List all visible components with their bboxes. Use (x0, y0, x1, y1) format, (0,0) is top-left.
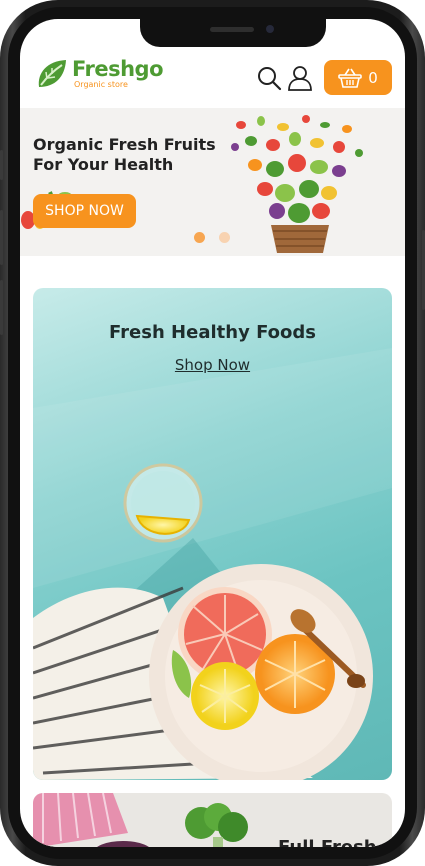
search-icon[interactable] (256, 65, 282, 91)
vegetable-basket-illustration (231, 115, 363, 253)
volume-down-button (0, 280, 3, 335)
cart-button[interactable]: 0 (324, 60, 392, 95)
mute-switch (0, 150, 3, 180)
brand-name: Freshgo (72, 57, 164, 81)
slider-dots (194, 232, 230, 243)
hero-title-line1: Organic Fresh Fruits (33, 135, 216, 154)
phone-frame: Freshgo Organic store 0 Organic Fresh Fr… (0, 0, 425, 866)
shop-now-button[interactable]: SHOP NOW (33, 194, 136, 228)
promo-card[interactable]: Fresh Healthy Foods Shop Now (33, 288, 392, 780)
front-camera (266, 25, 274, 33)
basket-icon (338, 68, 363, 88)
app-screen: Freshgo Organic store 0 Organic Fresh Fr… (20, 19, 405, 847)
next-card-title: Full Fresh (278, 837, 377, 847)
hero-title: Organic Fresh Fruits For Your Health (33, 135, 233, 175)
brand-tagline: Organic store (74, 80, 128, 89)
logo[interactable]: Freshgo Organic store (35, 57, 164, 91)
app-header: Freshgo Organic store 0 (20, 49, 405, 109)
hero-banner: Organic Fresh Fruits For Your Health SHO… (20, 108, 405, 256)
slider-dot-2[interactable] (219, 232, 230, 243)
cart-count: 0 (368, 68, 378, 87)
hero-title-line2: For Your Health (33, 155, 174, 174)
user-icon[interactable] (287, 65, 313, 91)
slider-dot-1[interactable] (194, 232, 205, 243)
next-promo-card[interactable]: Full Fresh (33, 793, 392, 847)
promo-shop-now-link[interactable]: Shop Now (33, 356, 392, 374)
leaf-icon (38, 60, 66, 87)
speaker (210, 27, 254, 32)
volume-up-button (0, 210, 3, 265)
promo-title: Fresh Healthy Foods (109, 322, 316, 343)
phone-notch (140, 19, 326, 47)
